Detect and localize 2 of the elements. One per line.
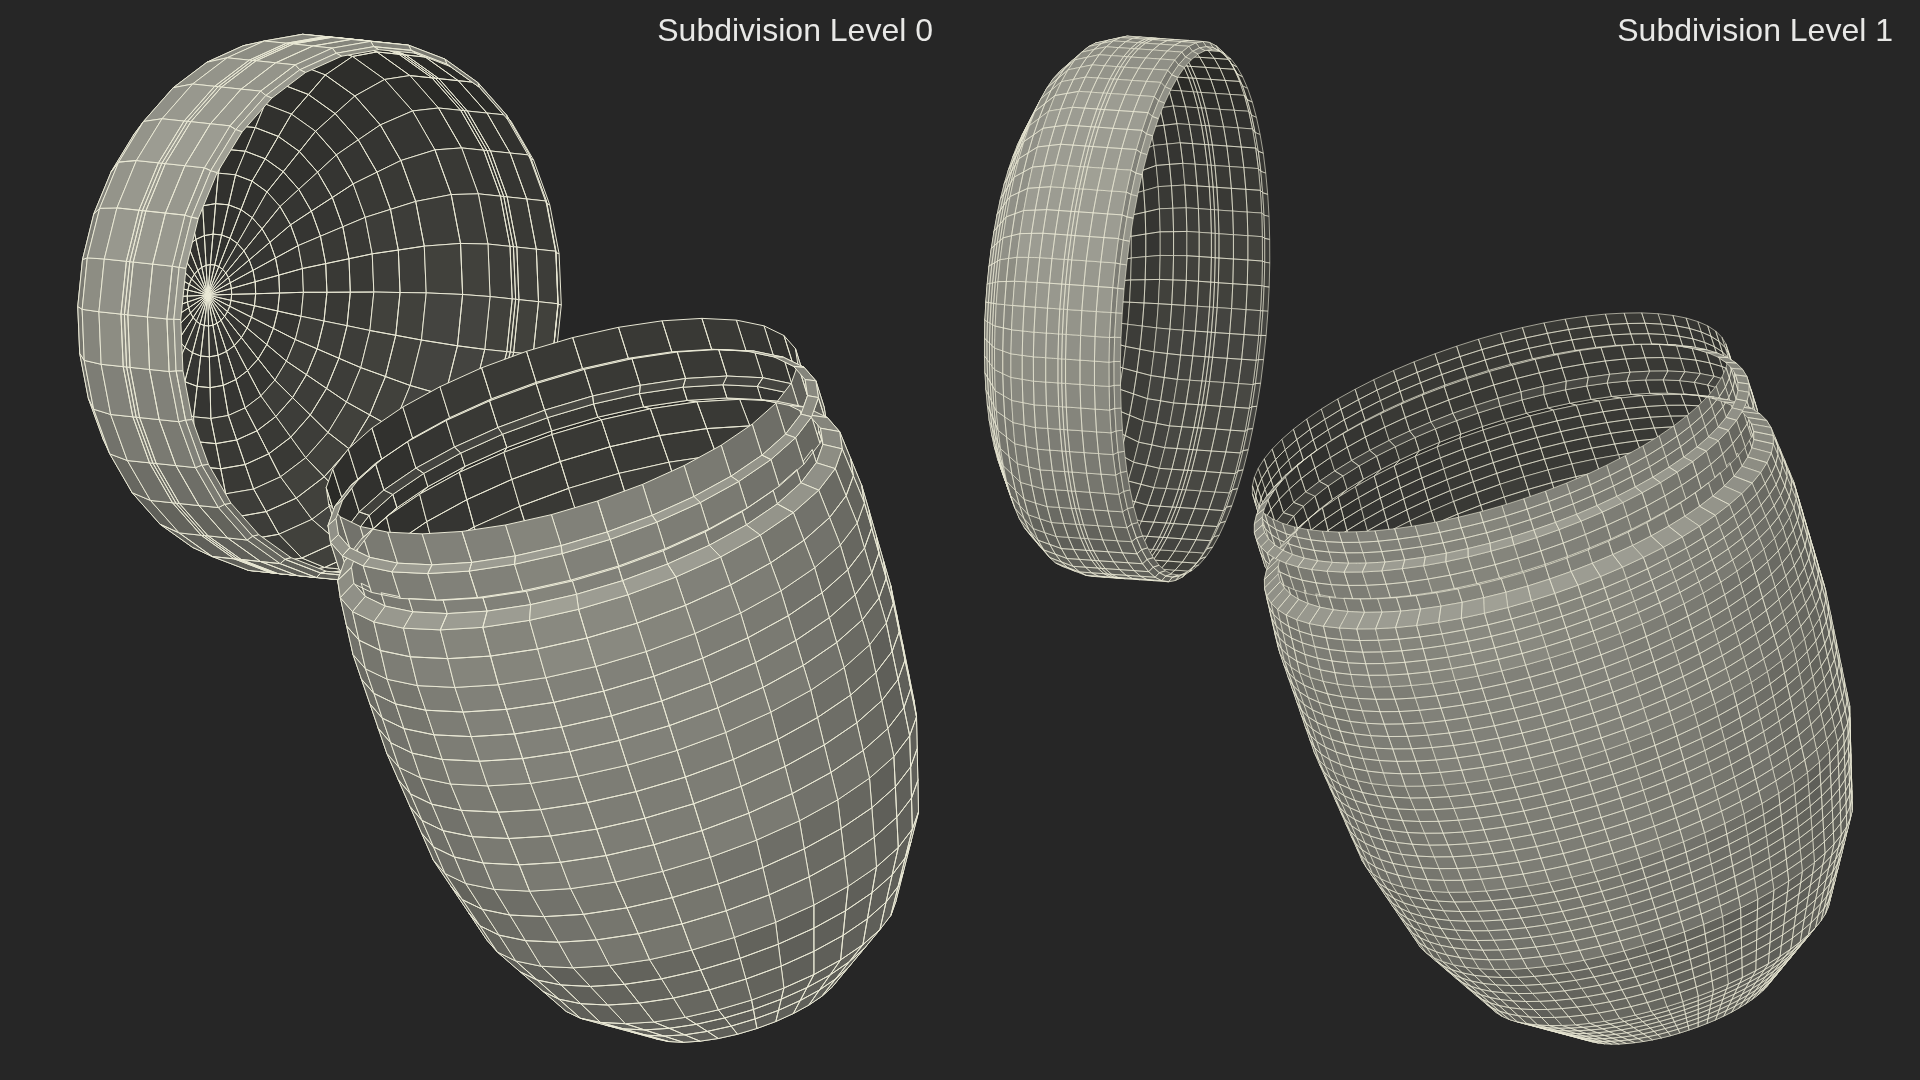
- panel-title: Subdivision Level 0: [657, 13, 933, 49]
- panel-title: Subdivision Level 1: [1617, 13, 1893, 49]
